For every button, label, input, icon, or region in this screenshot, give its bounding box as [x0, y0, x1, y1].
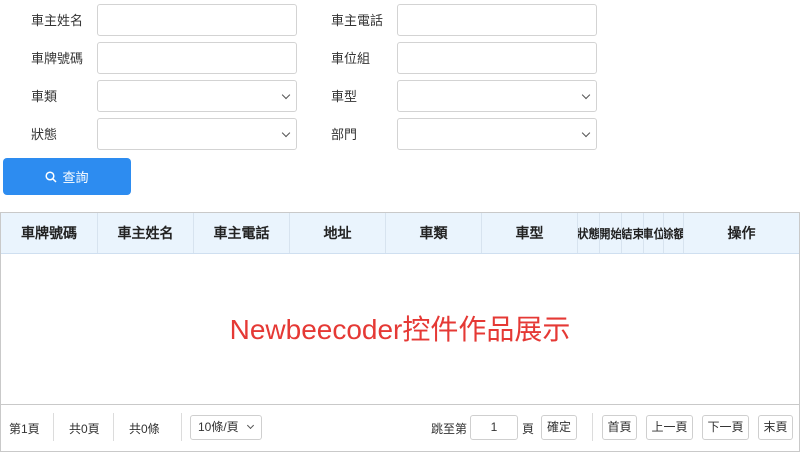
department-label: 部門 — [331, 127, 358, 142]
col-header-owner-phone[interactable]: 車主電話 — [194, 213, 290, 253]
col-header-car-model[interactable]: 車型 — [482, 213, 578, 253]
owner-name-label: 車主姓名 — [31, 13, 84, 28]
owner-name-input[interactable] — [98, 5, 296, 35]
pager-divider — [592, 413, 593, 441]
car-class-label: 車類 — [31, 89, 58, 104]
col-header-address[interactable]: 地址 — [290, 213, 386, 253]
total-pages-text: 共0頁 — [69, 422, 100, 436]
chevron-down-icon — [581, 128, 591, 138]
plate-label: 車牌號碼 — [31, 51, 84, 66]
status-label: 狀態 — [31, 127, 58, 142]
prev-page-button[interactable]: 上一頁 — [646, 415, 693, 440]
page-unit-label: 頁 — [522, 422, 535, 436]
chevron-down-icon — [581, 90, 591, 100]
car-class-select[interactable] — [97, 80, 297, 112]
jump-page-input[interactable]: 1 — [470, 415, 518, 440]
search-icon — [45, 170, 58, 183]
owner-name-field[interactable] — [97, 4, 297, 36]
car-model-label: 車型 — [331, 89, 358, 104]
chevron-down-icon — [281, 90, 291, 100]
col-header-status[interactable]: 狀態 — [578, 213, 600, 253]
page-size-value: 10條/頁 — [198, 420, 239, 434]
page-size-select[interactable]: 10條/頁 — [190, 415, 262, 440]
col-header-slot[interactable]: 車位 — [644, 213, 664, 253]
watermark-text: Newbeecoder控件作品展示 — [229, 314, 571, 345]
slot-group-field[interactable] — [397, 42, 597, 74]
slot-group-label: 車位組 — [331, 51, 371, 66]
confirm-button[interactable]: 確定 — [541, 415, 577, 440]
total-rows-text: 共0條 — [129, 422, 160, 436]
pager: 第1頁 共0頁 共0條 10條/頁 跳至第 1 頁 確定 首頁 上一頁 下一頁 … — [0, 404, 800, 452]
query-button[interactable]: 查詢 — [3, 158, 131, 195]
owner-phone-field[interactable] — [397, 4, 597, 36]
owner-phone-input[interactable] — [398, 5, 596, 35]
col-header-owner-name[interactable]: 車主姓名 — [98, 213, 194, 253]
col-header-balance[interactable]: 餘額 — [664, 213, 684, 253]
col-header-action[interactable]: 操作 — [684, 213, 799, 253]
col-header-end[interactable]: 結束 — [622, 213, 644, 253]
department-select[interactable] — [397, 118, 597, 150]
data-grid: 車牌號碼 車主姓名 車主電話 地址 車類 車型 狀態 開始 結束 車位 餘額 操… — [0, 212, 800, 404]
pager-divider — [181, 413, 182, 441]
col-header-car-class[interactable]: 車類 — [386, 213, 482, 253]
plate-input[interactable] — [98, 43, 296, 73]
next-page-button[interactable]: 下一頁 — [702, 415, 749, 440]
slot-group-input[interactable] — [398, 43, 596, 73]
query-button-label: 查詢 — [62, 170, 89, 185]
plate-field[interactable] — [97, 42, 297, 74]
last-page-button[interactable]: 末頁 — [758, 415, 793, 440]
pager-divider — [53, 413, 54, 441]
jump-to-label: 跳至第 — [431, 422, 468, 436]
pager-divider — [113, 413, 114, 441]
col-header-plate[interactable]: 車牌號碼 — [1, 213, 98, 253]
owner-phone-label: 車主電話 — [331, 13, 384, 28]
chevron-down-icon — [246, 421, 255, 430]
col-header-start[interactable]: 開始 — [600, 213, 622, 253]
chevron-down-icon — [281, 128, 291, 138]
status-select[interactable] — [97, 118, 297, 150]
current-page-text: 第1頁 — [9, 422, 40, 436]
first-page-button[interactable]: 首頁 — [602, 415, 637, 440]
car-model-select[interactable] — [397, 80, 597, 112]
grid-header: 車牌號碼 車主姓名 車主電話 地址 車類 車型 狀態 開始 結束 車位 餘額 操… — [1, 213, 799, 254]
